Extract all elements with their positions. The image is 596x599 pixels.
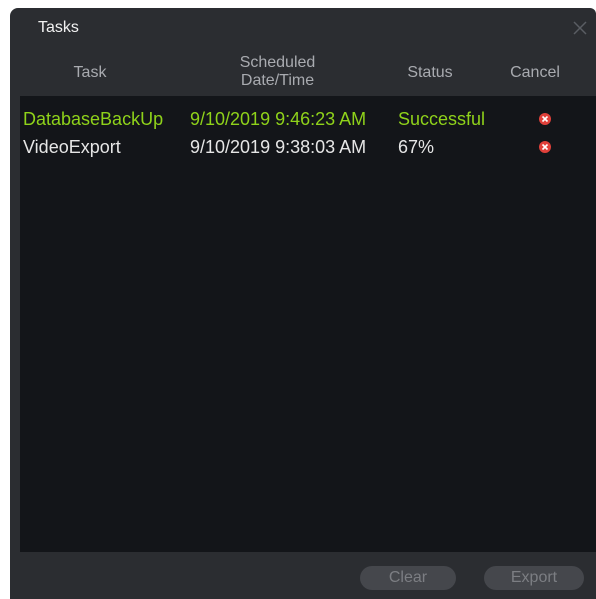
column-header-scheduled-line1: Scheduled (239, 54, 316, 71)
cancel-task-icon[interactable] (538, 140, 552, 154)
clear-button[interactable]: Clear (360, 566, 456, 590)
tasks-dialog: Tasks Task Scheduled Date/Time Status Ca… (10, 8, 596, 599)
column-header-scheduled[interactable]: Scheduled Date/Time (205, 54, 350, 90)
task-name: VideoExport (23, 137, 121, 157)
dialog-title: Tasks (38, 19, 79, 36)
column-header-status[interactable]: Status (395, 64, 465, 82)
export-button[interactable]: Export (484, 566, 584, 590)
task-row[interactable]: DatabaseBackUp 9/10/2019 9:46:23 AM Succ… (20, 106, 596, 132)
task-list: DatabaseBackUp 9/10/2019 9:46:23 AM Succ… (20, 96, 596, 552)
task-scheduled: 9/10/2019 9:46:23 AM (190, 109, 367, 129)
column-header-cancel[interactable]: Cancel (500, 64, 570, 82)
table-header: Task Scheduled Date/Time Status Cancel (10, 52, 596, 96)
task-row[interactable]: VideoExport 9/10/2019 9:38:03 AM 67% (20, 134, 596, 160)
cancel-task-icon[interactable] (538, 112, 552, 126)
task-name: DatabaseBackUp (23, 109, 164, 129)
close-icon[interactable] (572, 20, 588, 36)
task-status: 67% (398, 137, 435, 157)
column-header-scheduled-line2: Date/Time (240, 72, 315, 89)
task-status: Successful (398, 109, 486, 129)
task-scheduled: 9/10/2019 9:38:03 AM (190, 137, 367, 157)
column-header-task[interactable]: Task (30, 64, 150, 82)
